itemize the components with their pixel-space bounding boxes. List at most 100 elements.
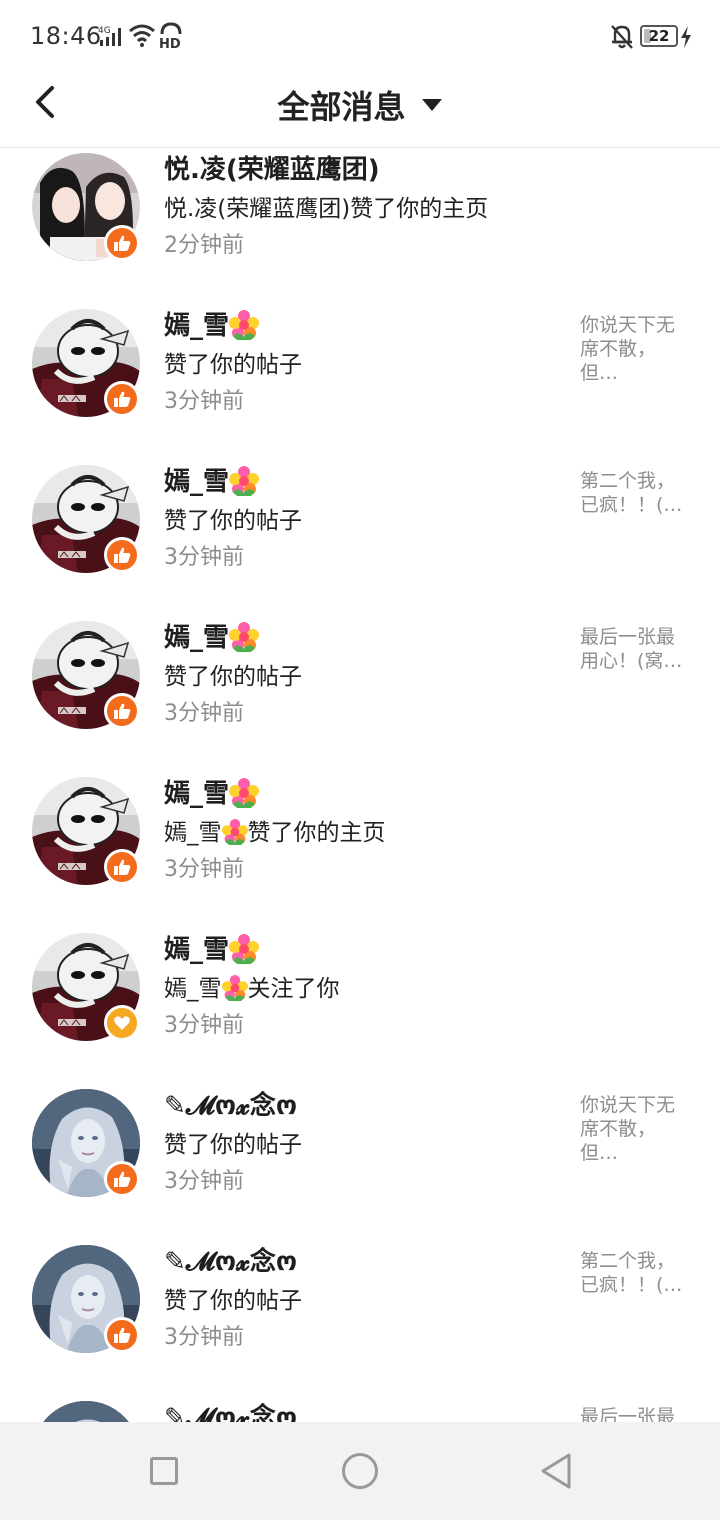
thumb-up-icon [113, 702, 131, 720]
flower-emoji-icon [222, 819, 248, 845]
thumb-up-icon [113, 1326, 131, 1344]
timestamp: 3分钟前 [164, 389, 244, 414]
battery-percent: 22 [648, 27, 670, 45]
notification-message: 赞了你的帖子 [164, 345, 302, 379]
like-badge [104, 849, 140, 885]
user-name[interactable]: 嫣_雪 [164, 929, 259, 966]
user-name-text: 嫣_雪 [164, 623, 230, 653]
post-preview[interactable]: 你说天下无席不散，但… [580, 1093, 688, 1167]
message-text-suffix: 赞了你的主页 [247, 820, 386, 846]
user-name-text: 悦.凌(荣耀蓝鹰团) [164, 155, 380, 185]
message-text: 赞了你的帖子 [164, 352, 302, 378]
charging-bolt-icon [681, 26, 691, 48]
message-text: 嫣_雪 [164, 976, 222, 1002]
message-text: 赞了你的帖子 [164, 1288, 302, 1314]
list-item[interactable]: 悦.凌(荣耀蓝鹰团) 悦.凌(荣耀蓝鹰团)赞了你的主页 2分钟前 [0, 149, 720, 299]
user-name[interactable]: 悦.凌(荣耀蓝鹰团) [164, 149, 380, 186]
status-time: 18:46 [30, 22, 102, 50]
user-name-text: 嫣_雪 [164, 311, 230, 341]
like-badge [104, 225, 140, 261]
list-item[interactable]: ✎𝓜ო𝔁念ო 赞了你的帖子 3分钟前 第二个我，已疯！！(… [0, 1235, 720, 1391]
avatar-image [32, 1401, 140, 1422]
user-name[interactable]: 嫣_雪 [164, 773, 259, 810]
notification-message: 嫣_雪 赞了你的主页 [164, 813, 386, 847]
user-name-text: 嫣_雪 [164, 935, 230, 965]
like-badge [104, 381, 140, 417]
timestamp: 3分钟前 [164, 1325, 244, 1350]
page-title: 全部消息 [277, 88, 406, 126]
notification-message: 赞了你的帖子 [164, 1281, 302, 1315]
timestamp: 3分钟前 [164, 1013, 244, 1038]
user-name-text: 嫣_雪 [164, 467, 230, 497]
flower-emoji-icon [229, 934, 259, 964]
svg-text:4G: 4G [98, 26, 111, 36]
timestamp: 3分钟前 [164, 857, 244, 882]
caret-down-icon [421, 99, 442, 111]
post-preview[interactable]: 第二个我，已疯！！(… [580, 469, 688, 543]
like-badge [104, 1161, 140, 1197]
message-text: 嫣_雪 [164, 820, 222, 846]
heart-icon [113, 1014, 131, 1032]
status-bar: 18:46 4G HD 22 [0, 0, 720, 72]
message-text-suffix: 关注了你 [247, 976, 340, 1002]
thumb-up-icon [113, 1170, 131, 1188]
list-item[interactable]: 嫣_雪赞了你的帖子 3分钟前 你说天下无席不散，但… [0, 299, 720, 455]
timestamp: 3分钟前 [164, 1169, 244, 1194]
hd-call-icon: HD [159, 22, 182, 50]
post-preview[interactable]: 最后一张最 [580, 1405, 688, 1422]
battery-icon: 22 [640, 25, 678, 47]
list-item[interactable]: 嫣_雪赞了你的帖子 3分钟前 第二个我，已疯！！(… [0, 455, 720, 611]
notification-list[interactable]: 悦.凌(荣耀蓝鹰团) 悦.凌(荣耀蓝鹰团)赞了你的主页 2分钟前 嫣_雪 赞了你的帖子 3… [0, 149, 720, 1422]
user-name[interactable]: 嫣_雪 [164, 461, 259, 498]
timestamp: 3分钟前 [164, 701, 244, 726]
user-name-text: ✎𝓜ო𝔁念ო [164, 1247, 298, 1277]
circle-icon[interactable] [342, 1453, 378, 1489]
list-item[interactable]: 嫣_雪 嫣_雪 赞了你的主页 3分钟前 [0, 767, 720, 923]
like-badge [104, 1317, 140, 1353]
user-name-text: ✎𝓜ო𝔁念ო [164, 1091, 298, 1121]
like-badge [104, 537, 140, 573]
timestamp: 3分钟前 [164, 545, 244, 570]
message-text: 悦.凌(荣耀蓝鹰团)赞了你的主页 [164, 196, 489, 222]
flower-emoji-icon [229, 310, 259, 340]
message-text: 赞了你的帖子 [164, 664, 302, 690]
list-item[interactable]: ✎𝓜ო𝔁念ო 赞了你的帖子 3分钟前 你说天下无席不散，但… [0, 1079, 720, 1235]
post-preview[interactable]: 第二个我，已疯！！(… [580, 1249, 688, 1323]
user-name-text: 嫣_雪 [164, 779, 230, 809]
header-bar: 全部消息 [0, 72, 720, 148]
square-icon[interactable] [150, 1457, 178, 1485]
system-nav-bar [0, 1422, 720, 1520]
list-item[interactable]: 嫣_雪赞了你的帖子 3分钟前 最后一张最用心！(窝… [0, 611, 720, 767]
follow-badge [104, 1005, 140, 1041]
user-name[interactable]: 嫣_雪 [164, 617, 259, 654]
triangle-back-icon[interactable] [539, 1452, 573, 1490]
list-item[interactable]: 嫣_雪 嫣_雪 关注了你 3分钟前 [0, 923, 720, 1079]
flower-emoji-icon [229, 466, 259, 496]
post-preview[interactable]: 最后一张最用心！(窝… [580, 625, 688, 699]
avatar[interactable] [32, 1401, 140, 1422]
list-item[interactable]: ✎𝓜ო𝔁念ო 最后一张最 [0, 1391, 720, 1422]
timestamp: 2分钟前 [164, 233, 244, 258]
user-name[interactable]: ✎𝓜ო𝔁念ო [164, 1397, 297, 1422]
thumb-up-icon [113, 390, 131, 408]
message-text: 赞了你的帖子 [164, 1132, 302, 1158]
flower-emoji-icon [229, 622, 259, 652]
post-preview[interactable]: 你说天下无席不散，但… [580, 313, 688, 387]
notification-message: 悦.凌(荣耀蓝鹰团)赞了你的主页 [164, 189, 488, 223]
flower-emoji-icon [229, 778, 259, 808]
user-name[interactable]: ✎𝓜ო𝔁念ო [164, 1085, 297, 1122]
notification-message: 赞了你的帖子 [164, 657, 302, 691]
notification-message: 赞了你的帖子 [164, 1125, 302, 1159]
notification-message: 嫣_雪 关注了你 [164, 969, 340, 1003]
bell-muted-icon [611, 25, 633, 49]
thumb-up-icon [113, 234, 131, 252]
flower-emoji-icon [222, 975, 248, 1001]
filter-dropdown[interactable]: 全部消息 [0, 82, 720, 128]
user-name[interactable]: ✎𝓜ო𝔁念ო [164, 1241, 297, 1278]
svg-text:HD: HD [159, 37, 181, 50]
message-text: 赞了你的帖子 [164, 508, 302, 534]
user-name[interactable]: 嫣_雪 [164, 305, 259, 342]
like-badge [104, 693, 140, 729]
thumb-up-icon [113, 546, 131, 564]
thumb-up-icon [113, 858, 131, 876]
